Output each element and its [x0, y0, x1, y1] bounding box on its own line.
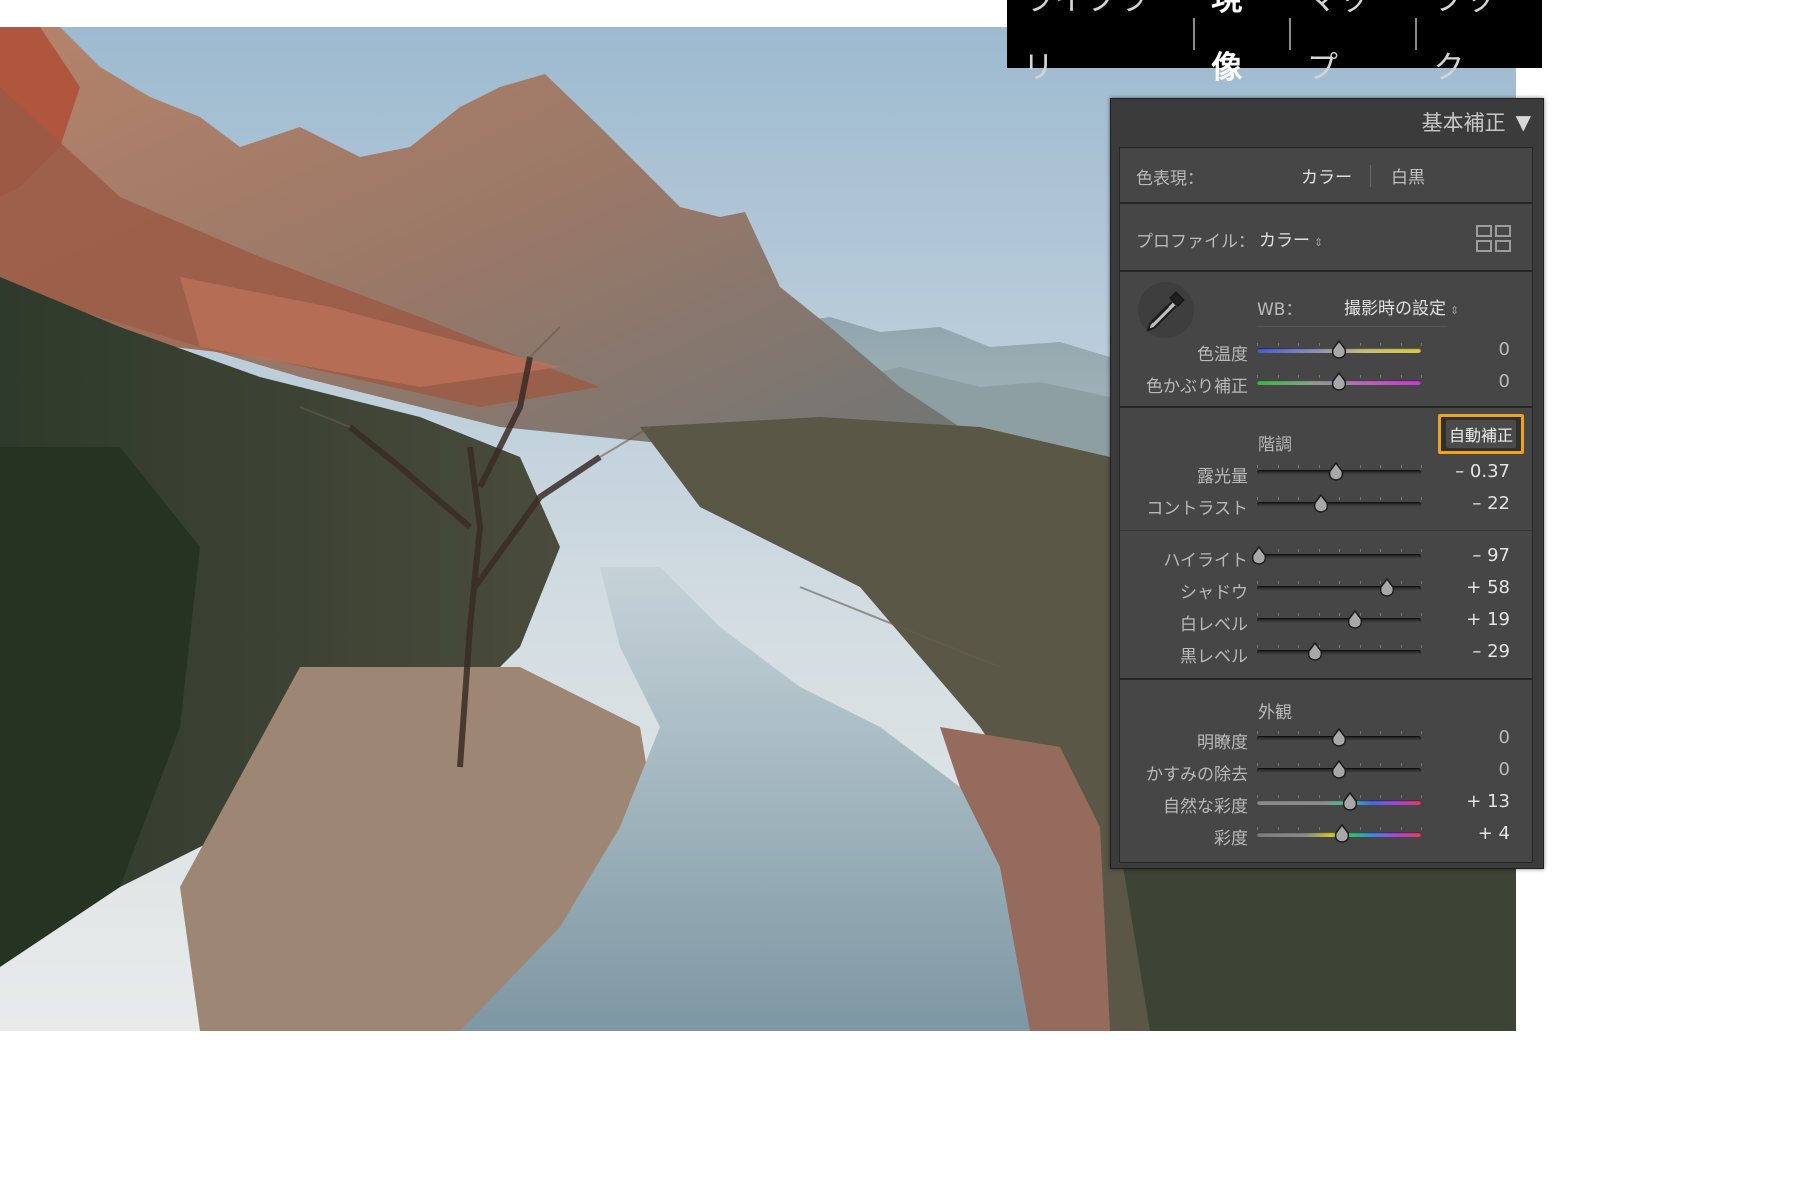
presence-heading: 外観 [1258, 703, 1292, 723]
slider-label: 露光量 [1197, 467, 1248, 487]
section-divider [1120, 530, 1534, 531]
slider-value[interactable]: 0 [1430, 727, 1510, 748]
slider-thumb[interactable] [1341, 792, 1359, 812]
slider-label: 黒レベル [1180, 647, 1248, 667]
updown-arrows-icon: ⇕ [1314, 236, 1324, 249]
slider-label: 明瞭度 [1197, 733, 1248, 753]
slider-label: 自然な彩度 [1163, 797, 1248, 817]
slider-label: 色かぶり補正 [1146, 377, 1248, 397]
wb-label: WB： [1257, 300, 1303, 320]
panel-header[interactable]: 基本補正 ▼ [1111, 99, 1543, 145]
treatment-section: 色表現： カラー 白黒 [1119, 147, 1533, 203]
slider-row: シャドウ + 58 [1120, 574, 1534, 604]
slider-thumb[interactable] [1327, 462, 1345, 482]
tone-heading: 階調 [1258, 435, 1292, 455]
tab-library[interactable]: ライブラリ [1007, 0, 1193, 102]
slider-ticks [1257, 795, 1422, 799]
slider-row: 白レベル + 19 [1120, 606, 1534, 636]
slider-row: 色かぶり補正 0 [1120, 368, 1534, 398]
tab-develop[interactable]: 現像 [1195, 0, 1289, 102]
segment-separator [1370, 165, 1371, 187]
slider-track[interactable] [1257, 502, 1421, 507]
slider-thumb[interactable] [1378, 578, 1396, 598]
slider-value[interactable]: – 29 [1430, 641, 1510, 662]
slider-label: 彩度 [1214, 829, 1248, 849]
slider-value[interactable]: + 13 [1430, 791, 1510, 812]
slider-row: ハイライト – 97 [1120, 542, 1534, 572]
profile-dropdown[interactable]: カラー ⇕ [1259, 226, 1323, 251]
slider-value[interactable]: 0 [1430, 759, 1510, 780]
slider-label: ハイライト [1163, 551, 1248, 571]
slider-thumb[interactable] [1330, 340, 1348, 360]
slider-ticks [1257, 497, 1422, 501]
slider-thumb[interactable] [1346, 610, 1364, 630]
slider-thumb[interactable] [1250, 546, 1268, 566]
eyedropper-button[interactable] [1138, 282, 1194, 338]
slider-thumb[interactable] [1330, 372, 1348, 392]
slider-label: 白レベル [1180, 615, 1248, 635]
treatment-color-button[interactable]: カラー [1301, 163, 1352, 188]
slider-track[interactable] [1257, 650, 1421, 655]
profile-label: プロファイル： [1136, 232, 1255, 252]
treatment-bw-button[interactable]: 白黒 [1391, 163, 1425, 188]
wb-dropdown[interactable]: 撮影時の設定 ⇕ [1344, 294, 1459, 319]
tab-map[interactable]: マップ [1291, 0, 1416, 102]
slider-track[interactable] [1257, 618, 1421, 623]
updown-arrows-icon: ⇕ [1450, 304, 1460, 317]
treatment-label: 色表現： [1136, 169, 1204, 189]
slider-value[interactable]: – 22 [1430, 493, 1510, 514]
slider-thumb[interactable] [1312, 494, 1330, 514]
slider-row: かすみの除去 0 [1120, 756, 1534, 786]
slider-label: コントラスト [1146, 499, 1248, 519]
slider-thumb[interactable] [1306, 642, 1324, 662]
slider-ticks [1257, 581, 1422, 585]
slider-value[interactable]: + 58 [1430, 577, 1510, 598]
white-balance-section: WB： 撮影時の設定 ⇕ 色温度 0 色かぶり補正 0 [1119, 271, 1533, 407]
slider-value[interactable]: + 4 [1430, 823, 1510, 844]
slider-label: シャドウ [1180, 583, 1248, 603]
tab-book[interactable]: ブック [1417, 0, 1542, 102]
slider-value[interactable]: – 0.37 [1430, 461, 1510, 482]
wb-value: 撮影時の設定 [1344, 299, 1446, 319]
slider-row: 明瞭度 0 [1120, 724, 1534, 754]
slider-value[interactable]: 0 [1430, 339, 1510, 360]
slider-label: かすみの除去 [1146, 765, 1248, 785]
panel-title: 基本補正 [1421, 111, 1506, 135]
module-picker: ライブラリ 現像 マップ ブック [1007, 0, 1542, 86]
slider-thumb[interactable] [1330, 760, 1348, 780]
disclosure-triangle-down-icon[interactable]: ▼ [1516, 110, 1531, 134]
slider-label: 色温度 [1197, 345, 1248, 365]
slider-value[interactable]: 0 [1430, 371, 1510, 392]
profile-grid-icon[interactable] [1476, 224, 1512, 254]
slider-row: 黒レベル – 29 [1120, 638, 1534, 668]
slider-row: コントラスト – 22 [1120, 490, 1534, 520]
slider-row: 彩度 + 4 [1120, 820, 1534, 850]
profile-value: カラー [1259, 231, 1310, 251]
wb-underline [1257, 326, 1447, 327]
slider-row: 露光量 – 0.37 [1120, 458, 1534, 488]
presence-section: 外観 明瞭度 0 かすみの除去 0 自然な彩度 + 13 彩度 + 4 [1119, 679, 1533, 863]
auto-tone-label: 自動補正 [1445, 420, 1516, 448]
slider-track[interactable] [1257, 554, 1421, 559]
slider-thumb[interactable] [1330, 728, 1348, 748]
slider-value[interactable]: + 19 [1430, 609, 1510, 630]
auto-tone-button[interactable]: 自動補正 [1438, 414, 1524, 454]
slider-row: 色温度 0 [1120, 336, 1534, 366]
eyedropper-icon [1146, 291, 1185, 332]
slider-ticks [1257, 549, 1422, 553]
profile-section: プロファイル： カラー ⇕ [1119, 203, 1533, 271]
slider-track[interactable] [1257, 586, 1421, 591]
slider-thumb[interactable] [1333, 824, 1351, 844]
slider-ticks [1257, 645, 1422, 649]
slider-ticks [1257, 613, 1422, 617]
basic-panel: 基本補正 ▼ 色表現： カラー 白黒 プロファイル： カラー ⇕ WB： 撮影時… [1110, 98, 1544, 869]
slider-row: 自然な彩度 + 13 [1120, 788, 1534, 818]
slider-value[interactable]: – 97 [1430, 545, 1510, 566]
tone-section: 階調 自動補正 露光量 – 0.37 コントラスト – 22 ハイライト – 97 シャド… [1119, 407, 1534, 679]
slider-track[interactable] [1257, 800, 1421, 805]
